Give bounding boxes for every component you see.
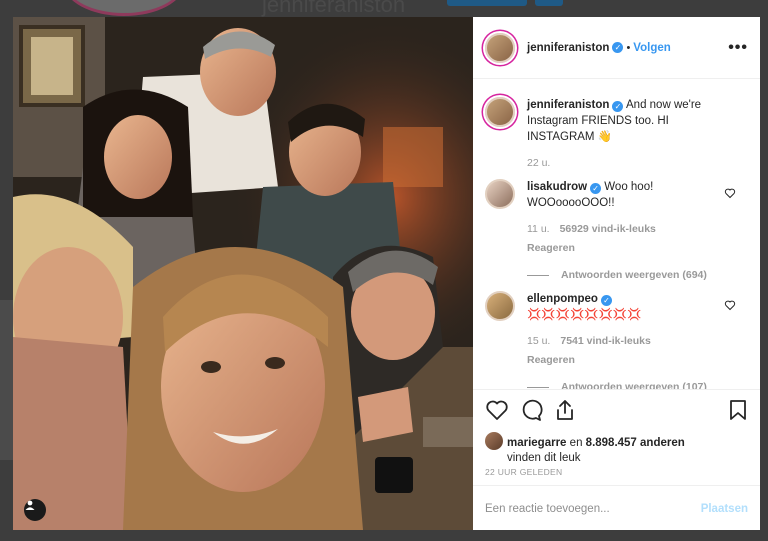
reply-button[interactable]: Reageren [527,352,727,368]
liker-avatar[interactable] [485,432,503,450]
caption: jenniferaniston ✓ And now we're Instagram… [485,97,750,177]
background-profile-avatar [64,0,184,16]
comment-item: ellenpompeo ✓ 💢💢💢💢💢💢💢💢 15 u. 7541 vind-ik-… [485,291,750,389]
add-comment-bar: Plaatsen [473,485,760,531]
comment-username[interactable]: lisakudrow [527,181,587,193]
post-actions: mariegarre en 8.898.457 anderen vinden d… [473,389,760,530]
caption-time: 22 u. [527,157,551,169]
post-image [13,17,473,530]
comment-meta: 11 u. 56929 vind-ik-leuks [527,221,727,237]
comment-meta: 15 u. 7541 vind-ik-leuks [527,333,727,349]
bookmark-icon[interactable] [726,398,750,422]
background-follow-button [447,0,527,6]
comment-avatar[interactable] [485,179,515,209]
verified-icon: ✓ [612,42,624,53]
comment-text: 💢💢💢💢💢💢💢💢 [527,309,642,321]
comment-time: 15 u. [527,335,551,347]
heart-icon[interactable] [724,299,736,311]
comment-likes[interactable]: 7541 vind-ik-leuks [560,335,650,347]
post-timestamp[interactable]: 22 UUR GELEDEN [485,467,562,477]
view-replies-label: Antwoorden weergeven (107) [561,381,707,389]
comment-icon[interactable] [519,398,543,422]
post-photo[interactable] [13,17,473,530]
follow-button[interactable]: Volgen [633,42,670,54]
comments-list[interactable]: jenniferaniston ✓ And now we're Instagram… [473,79,760,389]
liked-by-conjunction: en [569,437,583,449]
reply-button[interactable]: Reageren [527,240,727,256]
action-icons [485,398,750,424]
view-replies-button[interactable]: Antwoorden weergeven (694) [527,267,727,283]
caption-avatar[interactable] [485,97,515,127]
liked-by: mariegarre en 8.898.457 anderen vinden d… [485,432,750,466]
replies-divider [527,386,549,388]
more-icon[interactable]: ••• [728,39,748,57]
post-details-panel: jenniferaniston ✓ • Volgen ••• jennifera… [473,17,760,530]
liked-by-count[interactable]: 8.898.457 anderen [586,437,685,449]
verified-icon: ✓ [600,295,612,306]
heart-icon[interactable] [724,187,736,199]
liked-by-suffix: vinden dit leuk [507,452,581,464]
view-replies-button[interactable]: Antwoorden weergeven (107) [527,379,727,389]
comment-item: lisakudrow ✓ Woo hoo! WOOooooOOO!! 11 u. 5… [485,179,750,281]
post-comment-button[interactable]: Plaatsen [701,503,748,515]
post-modal: jenniferaniston ✓ • Volgen ••• jennifera… [13,17,760,530]
share-icon[interactable] [553,398,577,422]
view-replies-label: Antwoorden weergeven (694) [561,269,707,281]
comment-username[interactable]: ellenpompeo [527,293,598,305]
user-tag-button[interactable] [24,499,46,521]
background-dropdown-button [535,0,563,6]
background-profile-name: jenniferaniston [262,0,406,17]
caption-username[interactable]: jenniferaniston [527,99,609,111]
user-tag-icon [25,500,35,510]
author-avatar[interactable] [485,32,515,63]
background-previous-post [0,300,13,460]
comment-input[interactable] [485,502,701,515]
author-username[interactable]: jenniferaniston [527,42,609,54]
verified-icon: ✓ [612,101,624,112]
liker-username[interactable]: mariegarre [507,437,566,449]
heart-icon[interactable] [485,398,509,422]
verified-icon: ✓ [590,183,602,194]
comment-time: 11 u. [527,223,550,235]
separator-dot: • [626,41,631,54]
replies-divider [527,274,549,276]
comment-avatar[interactable] [485,291,515,321]
post-header: jenniferaniston ✓ • Volgen ••• [473,17,760,79]
comment-likes[interactable]: 56929 vind-ik-leuks [560,223,656,235]
